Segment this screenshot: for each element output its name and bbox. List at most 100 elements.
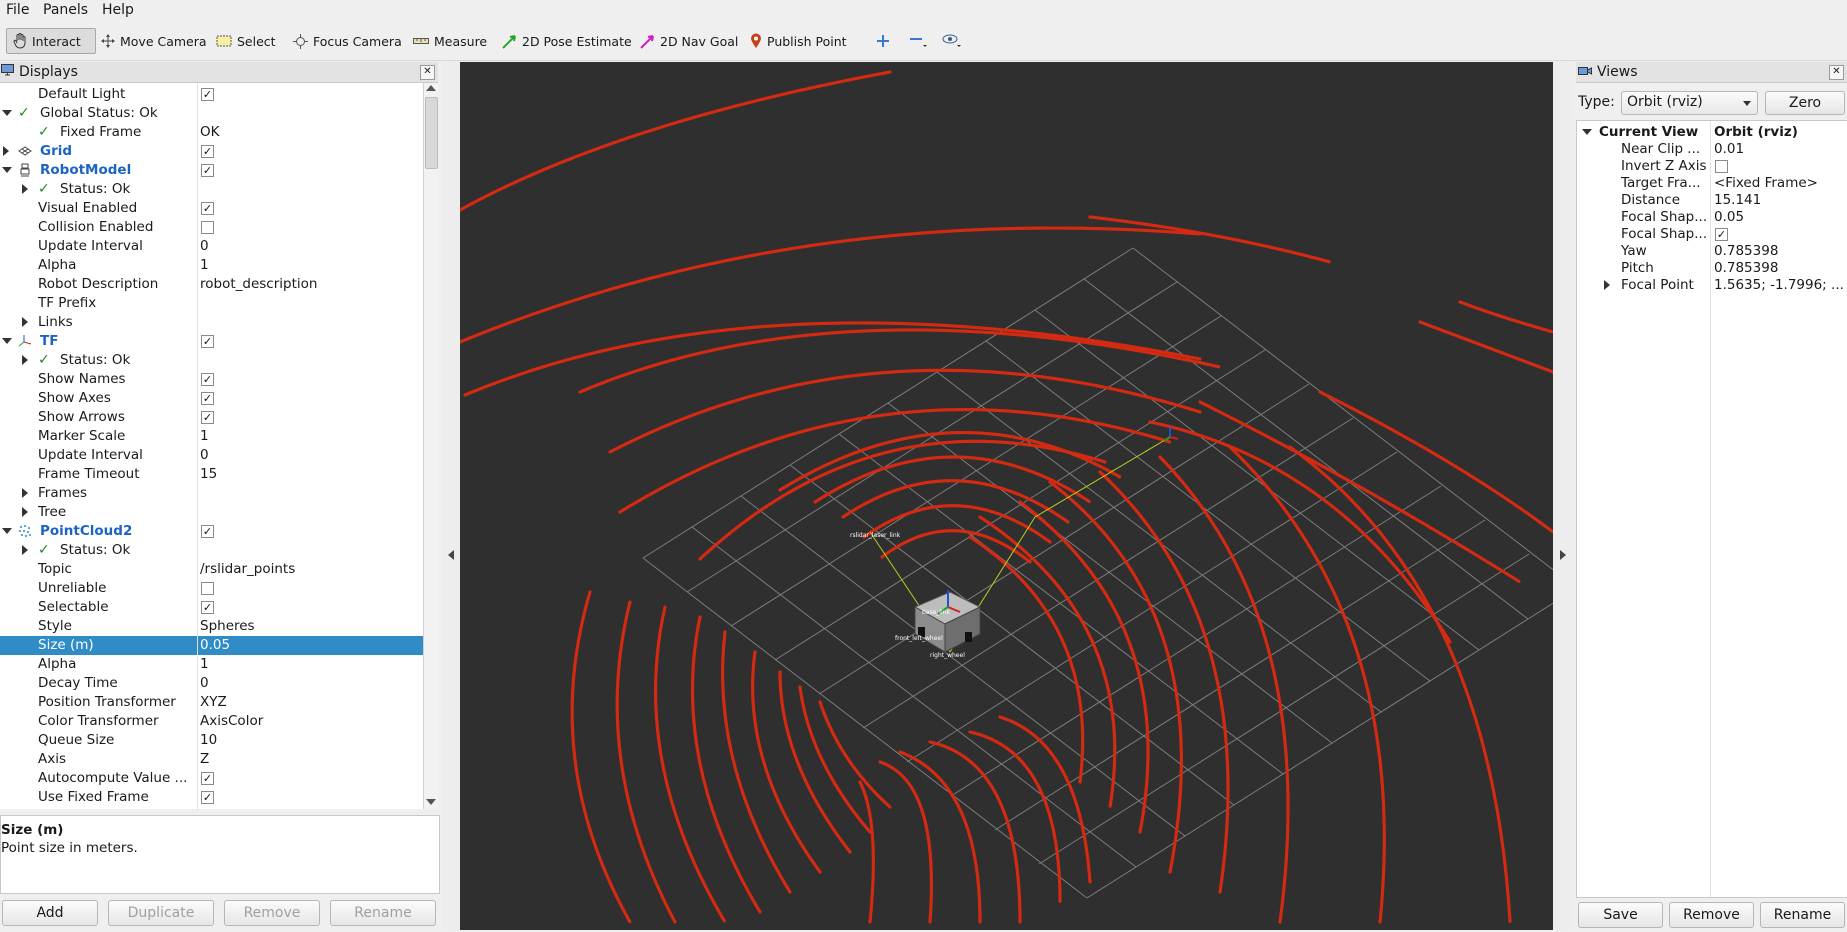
- view-type-select[interactable]: Orbit (rviz): [1621, 91, 1758, 115]
- row-tf-status[interactable]: ✓ Status: Ok: [0, 351, 423, 370]
- show-axes-checkbox[interactable]: ✓: [201, 392, 214, 405]
- focal-shape-fixed-checkbox[interactable]: ✓: [1715, 228, 1728, 241]
- menu-help[interactable]: Help: [102, 2, 134, 18]
- visual-enabled-checkbox[interactable]: ✓: [201, 202, 214, 215]
- row-unreliable[interactable]: Unreliable: [0, 579, 423, 598]
- row-position-transformer[interactable]: Position Transformer XYZ: [0, 693, 423, 712]
- tool-move-camera[interactable]: Move Camera: [95, 28, 213, 54]
- unreliable-checkbox[interactable]: [201, 582, 214, 595]
- row-tree[interactable]: Tree: [0, 503, 423, 522]
- expand-arrow-icon[interactable]: [22, 507, 28, 517]
- displays-close-button[interactable]: ✕: [420, 65, 435, 80]
- row-visual-enabled[interactable]: Visual Enabled ✓: [0, 199, 423, 218]
- selectable-checkbox[interactable]: ✓: [201, 601, 214, 614]
- views-close-button[interactable]: ✕: [1829, 65, 1844, 80]
- collapse-arrow-icon[interactable]: [2, 528, 12, 534]
- row-links[interactable]: Links: [0, 313, 423, 332]
- row-robot-model[interactable]: RobotModel ✓: [0, 161, 423, 180]
- menu-panels[interactable]: Panels: [43, 2, 88, 18]
- autocompute-checkbox[interactable]: ✓: [201, 772, 214, 785]
- row-decay-time[interactable]: Decay Time 0: [0, 674, 423, 693]
- row-pointcloud2[interactable]: PointCloud2 ✓: [0, 522, 423, 541]
- row-near-clip[interactable]: Near Clip ... 0.01: [1577, 141, 1847, 158]
- tool-2d-nav-goal[interactable]: 2D Nav Goal: [634, 28, 744, 54]
- row-show-names[interactable]: Show Names ✓: [0, 370, 423, 389]
- add-display-button[interactable]: Add: [2, 900, 98, 926]
- row-fixed-frame[interactable]: ✓ Fixed Frame OK: [0, 123, 423, 142]
- default-light-checkbox[interactable]: ✓: [201, 88, 214, 101]
- row-focal-shape-fixed[interactable]: Focal Shap... ✓: [1577, 226, 1847, 243]
- add-tool-button[interactable]: [870, 28, 896, 54]
- use-fixed-frame-checkbox[interactable]: ✓: [201, 791, 214, 804]
- expand-arrow-icon[interactable]: [22, 317, 28, 327]
- expand-arrow-icon[interactable]: [22, 355, 28, 365]
- collapse-arrow-icon[interactable]: [2, 167, 12, 173]
- row-global-status[interactable]: ✓ Global Status: Ok: [0, 104, 423, 123]
- tool-interact[interactable]: Interact: [6, 28, 96, 54]
- row-focal-shape-size[interactable]: Focal Shap... 0.05: [1577, 209, 1847, 226]
- row-queue-size[interactable]: Queue Size 10: [0, 731, 423, 750]
- collapse-arrow-icon[interactable]: [2, 110, 12, 116]
- row-show-arrows[interactable]: Show Arrows ✓: [0, 408, 423, 427]
- pointcloud2-checkbox[interactable]: ✓: [201, 525, 214, 538]
- row-value[interactable]: 0.05: [200, 637, 230, 653]
- tool-visibility-button[interactable]: [936, 28, 970, 54]
- row-update-interval[interactable]: Update Interval 0: [0, 237, 423, 256]
- row-color-transformer[interactable]: Color Transformer AxisColor: [0, 712, 423, 731]
- row-topic[interactable]: Topic /rslidar_points: [0, 560, 423, 579]
- rename-view-button[interactable]: Rename: [1760, 902, 1845, 928]
- remove-tool-button[interactable]: [903, 28, 935, 54]
- duplicate-display-button[interactable]: Duplicate: [108, 900, 214, 926]
- row-axis[interactable]: Axis Z: [0, 750, 423, 769]
- left-dock-splitter[interactable]: [442, 62, 460, 930]
- row-grid[interactable]: Grid ✓: [0, 142, 423, 161]
- expand-arrow-icon[interactable]: [22, 184, 28, 194]
- remove-display-button[interactable]: Remove: [224, 900, 320, 926]
- remove-view-button[interactable]: Remove: [1669, 902, 1754, 928]
- tool-2d-pose-estimate[interactable]: 2D Pose Estimate: [496, 28, 638, 54]
- row-marker-scale[interactable]: Marker Scale 1: [0, 427, 423, 446]
- expand-arrow-icon[interactable]: [22, 488, 28, 498]
- scroll-up-arrow-icon[interactable]: [426, 85, 436, 91]
- scroll-down-arrow-icon[interactable]: [426, 799, 436, 805]
- scroll-thumb[interactable]: [425, 97, 438, 169]
- row-robot-description[interactable]: Robot Description robot_description: [0, 275, 423, 294]
- collapse-right-arrow-icon[interactable]: [1560, 550, 1566, 560]
- expand-arrow-icon[interactable]: [3, 146, 9, 156]
- render-viewport[interactable]: rslidar_laser_link base_link front_left_…: [460, 62, 1553, 930]
- collapse-left-arrow-icon[interactable]: [448, 550, 454, 560]
- save-view-button[interactable]: Save: [1578, 902, 1663, 928]
- row-distance[interactable]: Distance 15.141: [1577, 192, 1847, 209]
- row-show-axes[interactable]: Show Axes ✓: [0, 389, 423, 408]
- right-dock-splitter[interactable]: [1553, 62, 1571, 930]
- row-frames[interactable]: Frames: [0, 484, 423, 503]
- row-alpha[interactable]: Alpha 1: [0, 256, 423, 275]
- row-robot-status[interactable]: ✓ Status: Ok: [0, 180, 423, 199]
- tool-measure[interactable]: Measure: [407, 28, 493, 54]
- row-frame-timeout[interactable]: Frame Timeout 15: [0, 465, 423, 484]
- displays-scrollbar[interactable]: [423, 83, 438, 809]
- row-tf-prefix[interactable]: TF Prefix: [0, 294, 423, 313]
- row-pitch[interactable]: Pitch 0.785398: [1577, 260, 1847, 277]
- row-style[interactable]: Style Spheres: [0, 617, 423, 636]
- show-arrows-checkbox[interactable]: ✓: [201, 411, 214, 424]
- tf-checkbox[interactable]: ✓: [201, 335, 214, 348]
- zero-view-button[interactable]: Zero: [1765, 91, 1845, 115]
- row-target-frame[interactable]: Target Fra... <Fixed Frame>: [1577, 175, 1847, 192]
- row-pc-alpha[interactable]: Alpha 1: [0, 655, 423, 674]
- row-size-selected[interactable]: Size (m) 0.05: [0, 636, 423, 655]
- row-invert-z[interactable]: Invert Z Axis: [1577, 158, 1847, 175]
- row-selectable[interactable]: Selectable ✓: [0, 598, 423, 617]
- row-current-view[interactable]: Current View Orbit (rviz): [1577, 124, 1847, 141]
- show-names-checkbox[interactable]: ✓: [201, 373, 214, 386]
- invert-z-checkbox[interactable]: [1715, 160, 1728, 173]
- row-tf[interactable]: TF ✓: [0, 332, 423, 351]
- row-default-light[interactable]: Default Light ✓: [0, 85, 423, 104]
- collapse-arrow-icon[interactable]: [2, 338, 12, 344]
- expand-arrow-icon[interactable]: [1604, 280, 1610, 290]
- collision-enabled-checkbox[interactable]: [201, 221, 214, 234]
- row-yaw[interactable]: Yaw 0.785398: [1577, 243, 1847, 260]
- tool-focus-camera[interactable]: Focus Camera: [287, 28, 408, 54]
- row-focal-point[interactable]: Focal Point 1.5635; -1.7996; ...: [1577, 277, 1847, 294]
- tool-select[interactable]: Select: [210, 28, 282, 54]
